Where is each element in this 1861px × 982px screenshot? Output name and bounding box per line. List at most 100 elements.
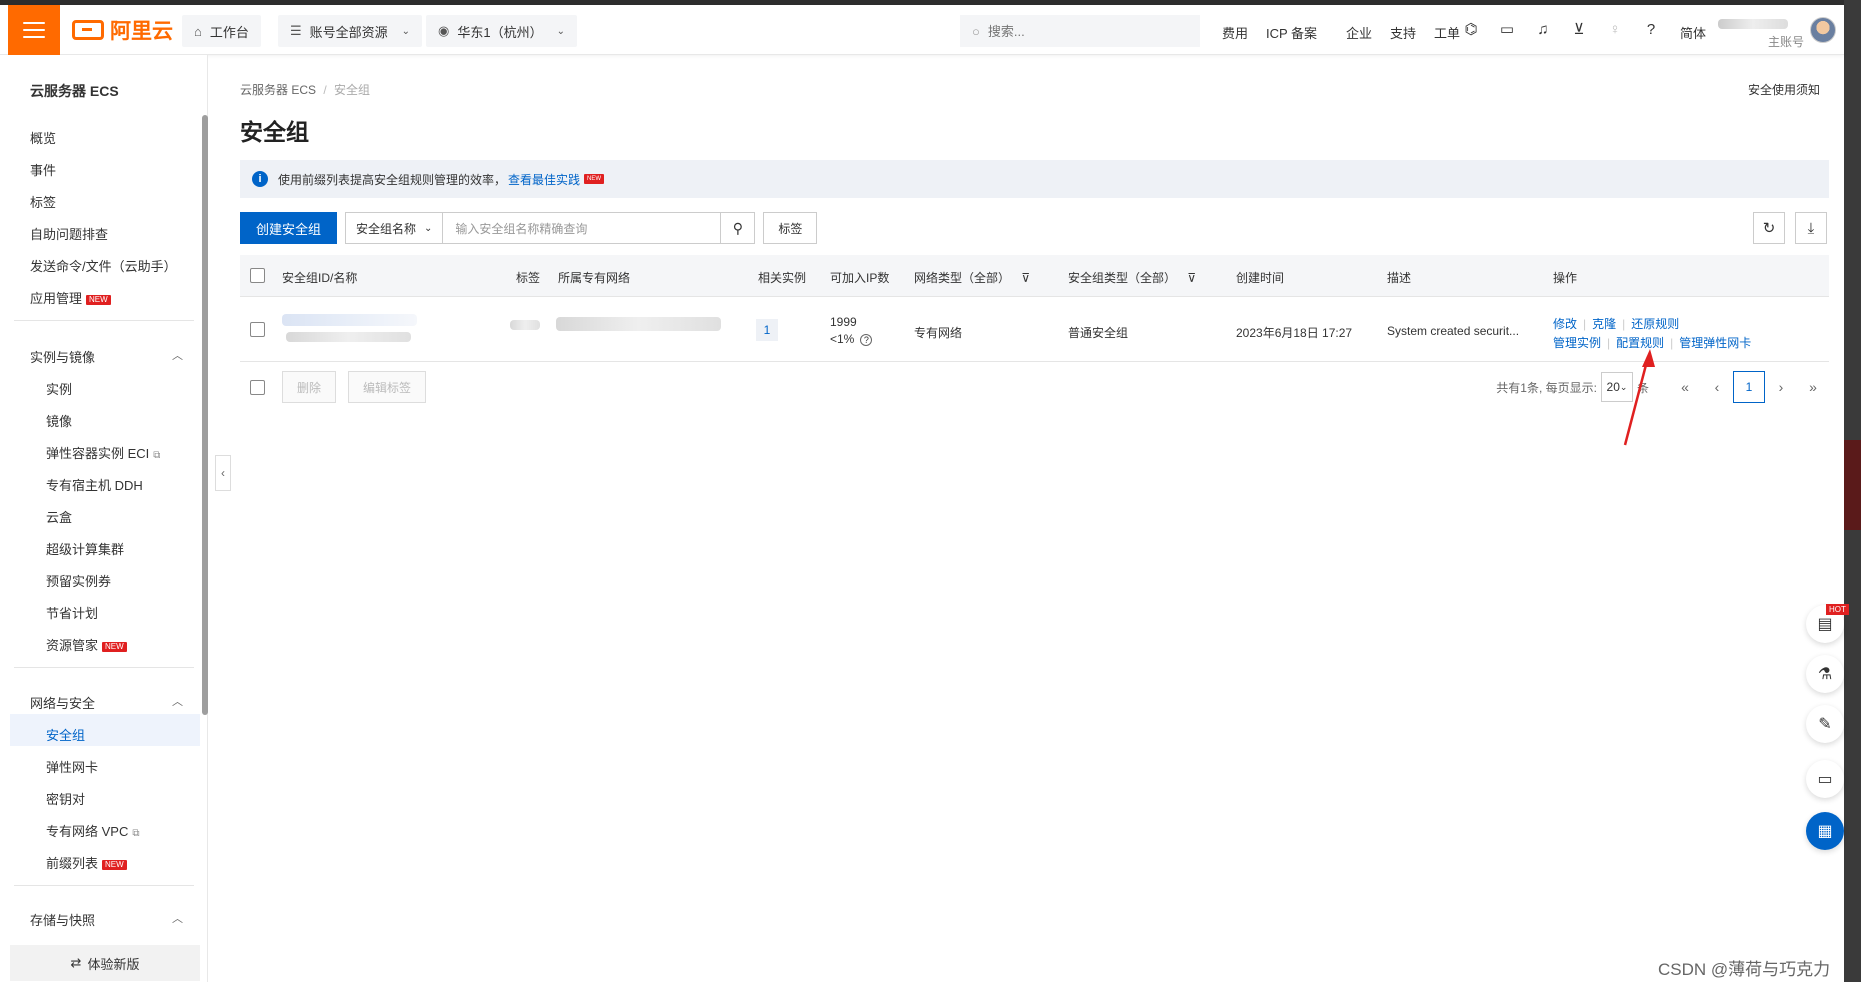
search-button[interactable]: ⚲: [721, 212, 756, 244]
new-badge: NEW: [86, 294, 111, 305]
user-account[interactable]: 主账号: [1718, 13, 1838, 49]
sidebar-scrollbar[interactable]: [202, 115, 208, 715]
breadcrumb-separator: /: [323, 83, 327, 97]
breadcrumb-current: 安全组: [334, 83, 371, 97]
sidebar-item-app-management[interactable]: 应用管理 NEW: [30, 288, 111, 307]
sidebar-item-instances[interactable]: 实例: [46, 379, 72, 398]
sidebar-collapse-button[interactable]: ‹: [215, 455, 231, 491]
sidebar-item-overview[interactable]: 概览: [30, 128, 56, 147]
cart-icon[interactable]: ⊻: [1570, 21, 1588, 39]
lab-button[interactable]: ⚗: [1806, 655, 1844, 693]
bell-icon[interactable]: ♫: [1534, 21, 1552, 39]
current-page[interactable]: 1: [1733, 371, 1765, 403]
sidebar-item-reserved-instances[interactable]: 预留实例券: [46, 571, 111, 590]
nav-fees[interactable]: 费用: [1222, 23, 1266, 42]
toolbar: 创建安全组 安全组名称 ⌄ 输入安全组名称精确查询 ⚲ 标签: [240, 212, 818, 244]
clone-link[interactable]: 克隆: [1592, 317, 1616, 331]
filter-input[interactable]: 输入安全组名称精确查询: [442, 212, 722, 244]
language-switch[interactable]: 简体: [1680, 23, 1706, 42]
chevron-up-icon[interactable]: ︿: [172, 347, 183, 363]
filter-icon[interactable]: ⊽: [1187, 271, 1196, 285]
export-button[interactable]: ⤓: [1795, 212, 1827, 244]
chevron-up-icon[interactable]: ︿: [172, 693, 183, 709]
manage-instances-link[interactable]: 管理实例: [1553, 336, 1601, 350]
new-badge: NEW: [102, 859, 127, 870]
sidebar-group-storage-snapshots[interactable]: 存储与快照: [30, 910, 95, 929]
filter-field-select[interactable]: 安全组名称 ⌄: [345, 212, 443, 244]
column-header-sg-type[interactable]: 安全组类型（全部） ⊽: [1068, 269, 1196, 286]
security-notice-link[interactable]: 安全使用须知: [1748, 81, 1820, 98]
select-all-checkbox-bottom[interactable]: [250, 380, 265, 395]
workbench-button[interactable]: ⌂ 工作台: [182, 15, 261, 47]
sidebar-item-resource-manager[interactable]: 资源管家 NEW: [46, 635, 127, 654]
sidebar-item-troubleshoot[interactable]: 自助问题排查: [30, 224, 108, 243]
global-search[interactable]: ○: [960, 15, 1200, 47]
sidebar-group-network-security[interactable]: 网络与安全: [30, 693, 95, 712]
resource-scope-select[interactable]: ☰ 账号全部资源 ⌄: [278, 15, 423, 47]
select-all-checkbox[interactable]: [250, 268, 265, 283]
grid-icon: ▦: [1817, 823, 1833, 840]
sidebar-item-eci[interactable]: 弹性容器实例 ECI ⧉: [46, 443, 160, 462]
ai-assistant-icon[interactable]: ⌬: [1462, 21, 1480, 39]
global-search-input[interactable]: [987, 23, 1168, 39]
refresh-button[interactable]: ↻: [1753, 212, 1785, 244]
sidebar-item-keypair[interactable]: 密钥对: [46, 789, 85, 808]
app-grid-button[interactable]: ▦: [1806, 812, 1844, 850]
sidebar-item-ddh[interactable]: 专有宿主机 DDH: [46, 475, 143, 494]
next-page-button[interactable]: ›: [1765, 371, 1797, 403]
lightbulb-icon[interactable]: ♀: [1606, 21, 1624, 39]
divider: [14, 885, 194, 886]
try-new-version-button[interactable]: ⇄ 体验新版: [10, 945, 200, 981]
sidebar-item-prefix-list[interactable]: 前缀列表 NEW: [46, 853, 127, 872]
home-icon: ⌂: [194, 23, 202, 39]
menu-button[interactable]: [8, 5, 60, 55]
tag-icon[interactable]: [510, 320, 540, 330]
nav-enterprise[interactable]: 企业: [1346, 23, 1390, 42]
chat-button[interactable]: ▭: [1806, 760, 1844, 798]
help-icon[interactable]: ?: [860, 334, 873, 346]
restore-rules-link[interactable]: 还原规则: [1631, 317, 1679, 331]
edit-note-button[interactable]: ✎: [1806, 705, 1844, 743]
terminal-icon[interactable]: ▭: [1498, 21, 1516, 39]
prev-page-button[interactable]: ‹: [1701, 371, 1733, 403]
refresh-icon: ↻: [1762, 220, 1776, 237]
vpc-id-redacted[interactable]: [556, 317, 721, 331]
filter-icon[interactable]: ⊽: [1021, 271, 1030, 285]
sidebar-item-security-group[interactable]: 安全组: [46, 725, 85, 744]
sidebar-item-images[interactable]: 镜像: [46, 411, 72, 430]
edit-tags-button[interactable]: 编辑标签: [348, 371, 427, 403]
modify-link[interactable]: 修改: [1553, 317, 1577, 331]
best-practice-link[interactable]: 查看最佳实践: [508, 171, 580, 188]
related-instances-cell[interactable]: 1: [756, 319, 778, 341]
nav-support[interactable]: 支持: [1390, 23, 1434, 42]
row-checkbox[interactable]: [250, 322, 265, 337]
info-banner: i 使用前缀列表提高安全组规则管理的效率， 查看最佳实践 NEW: [240, 160, 1829, 198]
security-group-id-redacted[interactable]: [282, 314, 417, 326]
tag-filter-button[interactable]: 标签: [763, 212, 818, 244]
sidebar-group-instances-images[interactable]: 实例与镜像: [30, 347, 95, 366]
sidebar-item-vpc[interactable]: 专有网络 VPC ⧉: [46, 821, 139, 840]
sidebar-item-savings-plan[interactable]: 节省计划: [46, 603, 98, 622]
create-security-group-button[interactable]: 创建安全组: [240, 212, 338, 244]
breadcrumb-ecs[interactable]: 云服务器 ECS: [240, 83, 316, 97]
sidebar-item-cloudbox[interactable]: 云盒: [46, 507, 72, 526]
instance-count-badge[interactable]: 1: [756, 319, 778, 341]
sidebar-item-eni[interactable]: 弹性网卡: [46, 757, 98, 776]
manage-eni-link[interactable]: 管理弹性网卡: [1679, 336, 1751, 350]
chevron-up-icon[interactable]: ︿: [172, 910, 183, 926]
sidebar-item-label: 专有网络 VPC: [46, 824, 129, 839]
sidebar-item-scc[interactable]: 超级计算集群: [46, 539, 124, 558]
nav-icp[interactable]: ICP 备案: [1266, 23, 1346, 42]
sidebar-item-cloud-assistant[interactable]: 发送命令/文件（云助手）: [30, 256, 177, 275]
aliyun-logo[interactable]: 阿里云: [72, 18, 173, 43]
table-footer: 删除 编辑标签 共有1条, 每页显示: 20 ⌄ 条 « ‹ 1 › »: [240, 371, 1829, 403]
sidebar-item-label: 前缀列表: [46, 856, 99, 871]
region-select[interactable]: ◉ 华东1（杭州） ⌄: [426, 15, 577, 47]
flask-icon: ⚗: [1817, 666, 1833, 683]
sidebar-item-tags[interactable]: 标签: [30, 192, 56, 211]
delete-button[interactable]: 删除: [282, 371, 337, 403]
last-page-button[interactable]: »: [1797, 371, 1829, 403]
help-icon[interactable]: ?: [1642, 21, 1660, 39]
sidebar-item-events[interactable]: 事件: [30, 160, 56, 179]
column-header-network-type[interactable]: 网络类型（全部） ⊽: [914, 269, 1030, 286]
